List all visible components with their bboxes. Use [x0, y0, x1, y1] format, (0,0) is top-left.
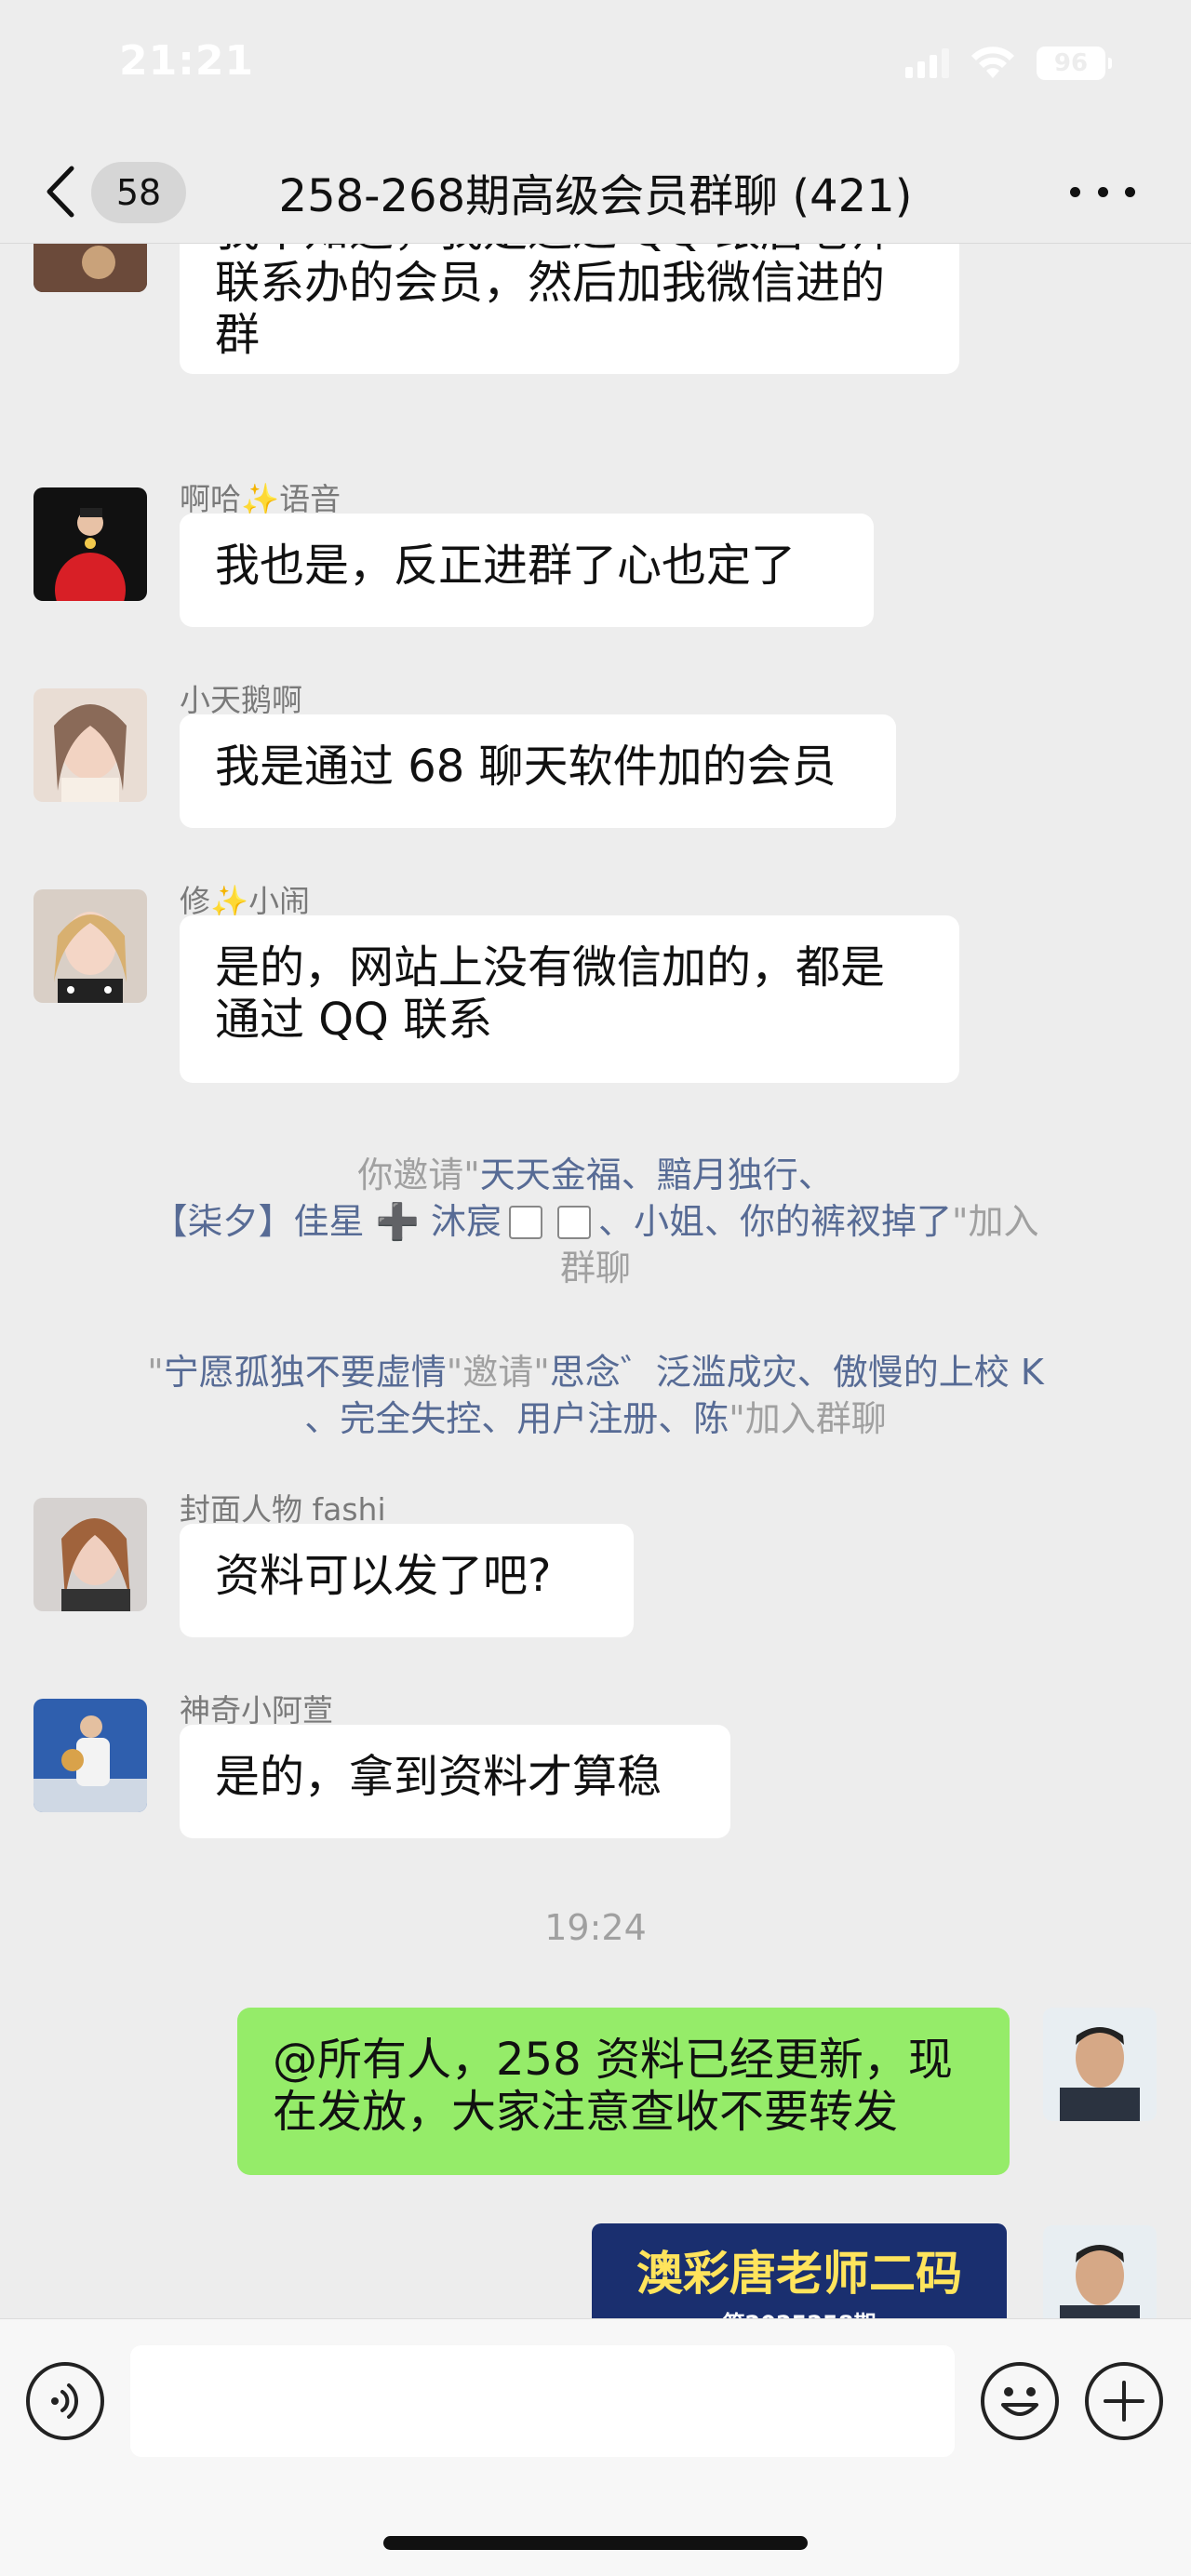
- image-message[interactable]: 澳彩唐老师二码 第2025258期: [592, 2223, 1007, 2318]
- back-button[interactable]: [28, 158, 93, 225]
- plus-icon: [1104, 2381, 1144, 2422]
- avatar[interactable]: [1043, 2008, 1157, 2121]
- invited-names[interactable]: 【柒夕】佳星 ➕ 沐宸: [153, 1201, 502, 1242]
- invited-names[interactable]: 、完全失控、用户注册、陈: [304, 1398, 729, 1439]
- time-divider: 19:24: [544, 1907, 647, 1948]
- chat-area[interactable]: 我不知道，我是通过 QQ 跟唐老师 联系办的会员，然后加我微信进的 群 啊哈✨语…: [0, 244, 1191, 2318]
- battery-level: 96: [1053, 49, 1089, 77]
- voice-icon: [51, 2383, 79, 2419]
- message-input[interactable]: [130, 2345, 955, 2457]
- more-icon: [1070, 186, 1080, 197]
- more-button[interactable]: [1070, 177, 1135, 207]
- message-bubble[interactable]: 我也是，反正进群了心也定了: [180, 514, 874, 627]
- avatar[interactable]: [33, 889, 147, 1003]
- wifi-icon: [971, 47, 1014, 78]
- image-subtitle: 第2025258期: [592, 2305, 1007, 2318]
- avatar[interactable]: [33, 1498, 147, 1611]
- avatar[interactable]: [33, 487, 147, 601]
- status-icons: 96: [905, 47, 1112, 80]
- sender-name: 啊哈✨语音: [180, 481, 341, 517]
- message-bubble[interactable]: 资料可以发了吧?: [180, 1524, 634, 1637]
- image-title: 澳彩唐老师二码: [636, 2247, 962, 2301]
- emoji-placeholder: [556, 1206, 591, 1239]
- message-bubble[interactable]: @所有人，258 资料已经更新，现 在发放，大家注意查收不要转发: [237, 2008, 1010, 2175]
- chat-title: 258-268期高级会员群聊 (421): [278, 170, 913, 222]
- sender-name: 小天鹅啊: [180, 682, 302, 718]
- sender-name: 修✨小闹: [180, 883, 311, 919]
- plus-button[interactable]: [1085, 2362, 1163, 2440]
- inviter-name[interactable]: 宁愿孤独不要虚情: [164, 1352, 447, 1393]
- message-bubble[interactable]: 是的，网站上没有微信加的，都是 通过 QQ 联系: [180, 915, 959, 1083]
- invited-names[interactable]: 思念゛泛滥成灾、傲慢的上校 K: [550, 1352, 1044, 1393]
- battery-icon: 96: [1037, 47, 1112, 80]
- unread-badge[interactable]: 58: [91, 162, 186, 223]
- invited-names[interactable]: 、小姐、你的裤衩掉了: [598, 1201, 952, 1242]
- status-time: 21:21: [119, 37, 255, 85]
- message-bubble[interactable]: 是的，拿到资料才算稳: [180, 1725, 730, 1838]
- system-message: 你邀请"天天金福、黯月独行、 【柒夕】佳星 ➕ 沐宸 、小姐、你的裤衩掉了"加入 …: [152, 1155, 1039, 1288]
- emoji-icon: [1001, 2387, 1038, 2416]
- avatar[interactable]: [33, 244, 147, 292]
- status-bar: 21:21 96: [0, 0, 1191, 140]
- emoji-button[interactable]: [981, 2362, 1059, 2440]
- invited-names[interactable]: 天天金福、黯月独行、: [480, 1155, 834, 1195]
- sender-name: 神奇小阿萱: [180, 1692, 333, 1728]
- message-bubble[interactable]: 我不知道，我是通过 QQ 跟唐老师 联系办的会员，然后加我微信进的 群: [180, 244, 959, 374]
- signal-icon: [905, 48, 949, 78]
- nav-bar: 58 258-268期高级会员群聊 (421): [0, 140, 1191, 244]
- message-bubble[interactable]: 我是通过 68 聊天软件加的会员: [180, 714, 896, 828]
- input-bar: [0, 2318, 1191, 2576]
- avatar[interactable]: [1043, 2225, 1157, 2318]
- chevron-left-icon: [47, 166, 74, 218]
- system-message: "宁愿孤独不要虚情"邀请"思念゛泛滥成灾、傲慢的上校 K 、完全失控、用户注册、…: [147, 1352, 1044, 1439]
- voice-button[interactable]: [26, 2362, 104, 2440]
- emoji-placeholder: [508, 1206, 542, 1239]
- avatar[interactable]: [33, 688, 147, 802]
- avatar[interactable]: [33, 1699, 147, 1812]
- home-indicator[interactable]: [383, 2536, 808, 2550]
- sender-name: 封面人物 fashi: [180, 1491, 386, 1528]
